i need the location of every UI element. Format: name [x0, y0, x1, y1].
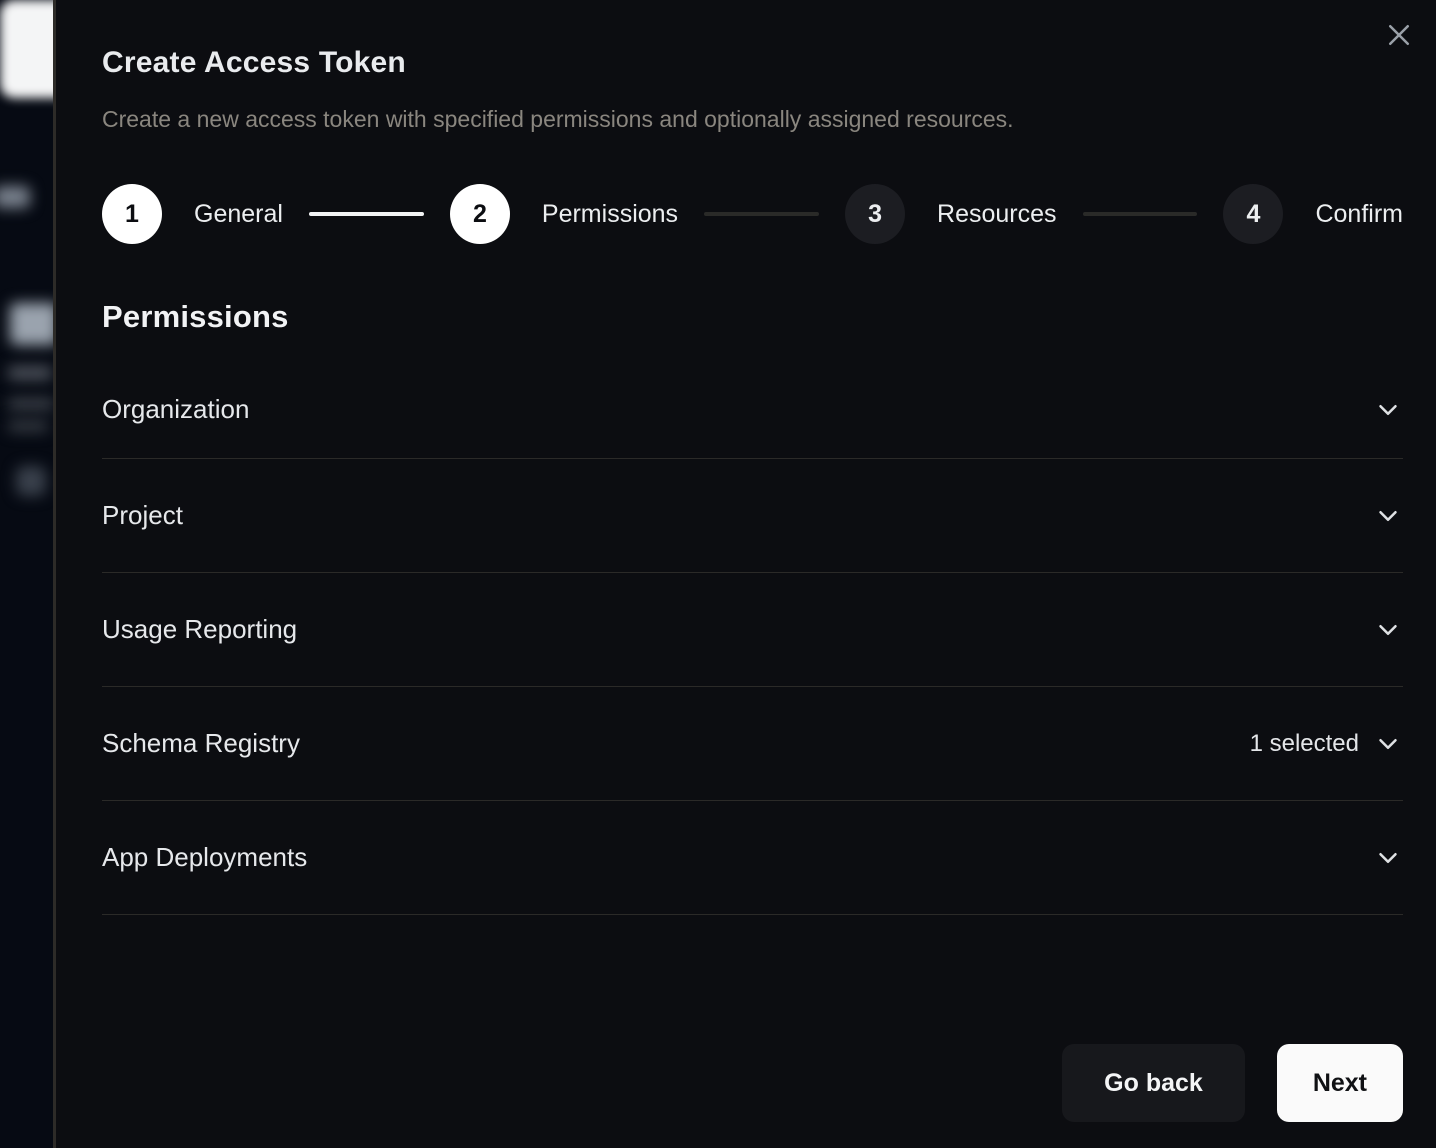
background-blurred-card: [0, 0, 56, 98]
step-label: Confirm: [1315, 200, 1403, 229]
chevron-down-icon: [1373, 501, 1403, 531]
dialog-subtitle: Create a new access token with specified…: [102, 106, 1403, 133]
go-back-button[interactable]: Go back: [1062, 1044, 1245, 1122]
selected-count-badge: 1 selected: [1250, 730, 1359, 758]
accordion-section-organization[interactable]: Organization: [102, 361, 1403, 459]
accordion-section-label: Usage Reporting: [102, 614, 297, 645]
step-general[interactable]: 1 General: [102, 184, 283, 244]
accordion-section-usage-reporting[interactable]: Usage Reporting: [102, 573, 1403, 687]
accordion-section-label: Schema Registry: [102, 728, 300, 759]
close-button[interactable]: [1382, 18, 1416, 52]
background-blurred-text-line: [8, 420, 48, 432]
create-access-token-modal: Create Access Token Create a new access …: [56, 0, 1436, 1148]
wizard-stepper: 1 General 2 Permissions 3 Resources 4 Co…: [102, 183, 1403, 245]
background-blurred-text-line: [8, 398, 54, 410]
background-blurred-pill: [0, 186, 30, 208]
accordion-section-app-deployments[interactable]: App Deployments: [102, 801, 1403, 915]
step-label: Resources: [937, 200, 1057, 229]
step-number-badge: 1: [102, 184, 162, 244]
stepper-connector: [1083, 212, 1198, 216]
chevron-down-icon: [1373, 843, 1403, 873]
background-blurred-text-line: [8, 366, 52, 380]
stepper-connector: [309, 212, 424, 216]
step-number-badge: 4: [1223, 184, 1283, 244]
dialog-title: Create Access Token: [102, 46, 1403, 80]
step-label: Permissions: [542, 200, 678, 229]
chevron-down-icon: [1373, 395, 1403, 425]
accordion-section-schema-registry[interactable]: Schema Registry 1 selected: [102, 687, 1403, 801]
next-button[interactable]: Next: [1277, 1044, 1403, 1122]
chevron-down-icon: [1373, 615, 1403, 645]
step-number-badge: 3: [845, 184, 905, 244]
accordion-section-label: Organization: [102, 394, 249, 425]
accordion-section-label: Project: [102, 500, 183, 531]
background-app-page: [0, 0, 56, 1148]
permissions-heading: Permissions: [102, 299, 1403, 335]
step-label: General: [194, 200, 283, 229]
step-permissions[interactable]: 2 Permissions: [450, 184, 678, 244]
accordion-section-project[interactable]: Project: [102, 459, 1403, 573]
dialog-footer: Go back Next: [1062, 1044, 1403, 1122]
chevron-down-icon: [1373, 729, 1403, 759]
step-confirm[interactable]: 4 Confirm: [1223, 184, 1403, 244]
step-resources[interactable]: 3 Resources: [845, 184, 1057, 244]
background-blurred-icon: [16, 466, 46, 496]
background-blurred-folder: [10, 303, 56, 345]
permissions-accordion-list: Organization Project Usage Reporting: [102, 361, 1403, 915]
step-number-badge: 2: [450, 184, 510, 244]
stepper-connector: [704, 212, 819, 216]
close-icon: [1384, 20, 1414, 50]
accordion-section-label: App Deployments: [102, 842, 307, 873]
